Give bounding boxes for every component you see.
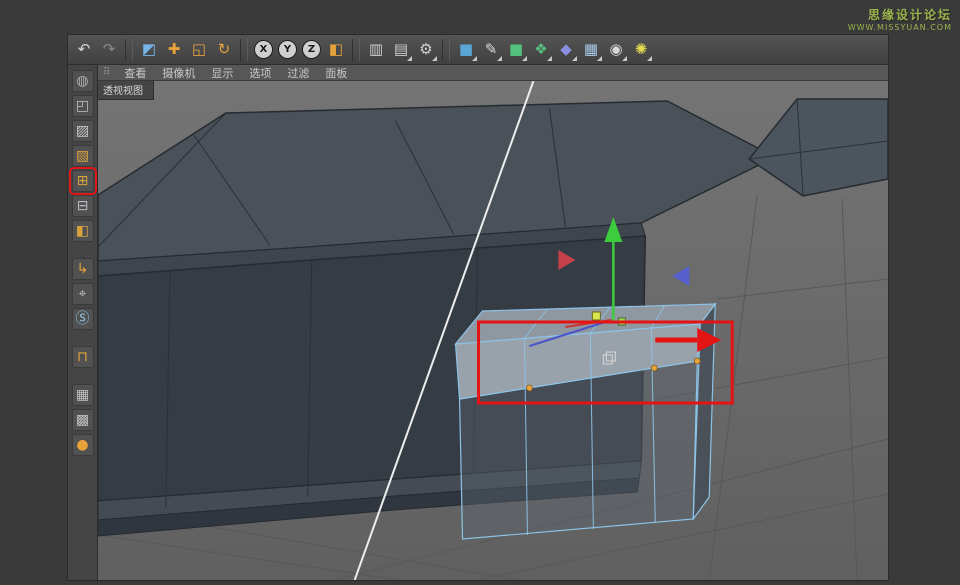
menu-camera[interactable]: 摄像机 xyxy=(154,67,203,80)
snap-point-icon[interactable]: ● xyxy=(72,434,94,456)
uv-mode-icon[interactable]: ▧ xyxy=(72,145,94,167)
redo-icon[interactable]: ↷ xyxy=(97,38,121,62)
menu-options[interactable]: 选项 xyxy=(241,67,279,80)
camera-icon[interactable]: ◉ xyxy=(604,38,628,62)
move-tool-icon[interactable]: ✚ xyxy=(162,38,186,62)
spline-pen-icon[interactable]: ✎ xyxy=(479,38,503,62)
y-axis-lock-button[interactable]: Y xyxy=(278,40,297,59)
texture-mode-icon[interactable]: ▨ xyxy=(72,120,94,142)
environment-floor-icon[interactable]: ▦ xyxy=(579,38,603,62)
toolbar-separator xyxy=(240,39,248,61)
axis-mode-icon[interactable]: ↳ xyxy=(72,258,94,280)
primitive-cube-icon[interactable]: ■ xyxy=(454,38,478,62)
interface-icon[interactable]: ◍ xyxy=(72,70,94,92)
x-axis-lock-button[interactable]: X xyxy=(254,40,273,59)
z-axis-lock-button[interactable]: Z xyxy=(302,40,321,59)
menu-panel[interactable]: 面板 xyxy=(317,67,355,80)
viewport-canvas[interactable] xyxy=(98,81,888,580)
magnet-icon[interactable]: ⊓ xyxy=(72,346,94,368)
render-region-icon[interactable]: ▤ xyxy=(389,38,413,62)
viewport-column: ⠿ 查看摄像机显示选项过滤面板 透视视图 xyxy=(98,65,888,580)
menu-view[interactable]: 查看 xyxy=(116,67,154,80)
render-view-icon[interactable]: ▥ xyxy=(364,38,388,62)
plane-handle-xy[interactable] xyxy=(592,312,600,320)
app-body: ◍ ◰ ▨ ▧ ⊞ ⊟ ◧ ↳ ⌖ Ⓢ ⊓ ▦ ▩ ● ⠿ 查看摄像机显示选项过滤面板 透视视图 xyxy=(68,65,888,580)
menu-grid-icon[interactable]: ⠿ xyxy=(103,67,110,78)
undo-icon[interactable]: ↶ xyxy=(72,38,96,62)
light-icon[interactable]: ✺ xyxy=(629,38,653,62)
live-selection-icon[interactable]: ◩ xyxy=(137,38,161,62)
subdivision-surface-icon[interactable]: ■ xyxy=(504,38,528,62)
screen: 思缘设计论坛 WWW.MISSYUAN.COM ↶↷◩✚◱↻XYZ◧▥▤⚙■✎■… xyxy=(0,0,960,585)
mograph-array-icon[interactable]: ❖ xyxy=(529,38,553,62)
workplane-icon[interactable]: ▦ xyxy=(72,384,94,406)
deformer-icon[interactable]: ◆ xyxy=(554,38,578,62)
mouse-icon[interactable]: ⌖ xyxy=(72,283,94,305)
viewport-menu-items: 查看摄像机显示选项过滤面板 xyxy=(116,65,355,81)
edge-mode-icon[interactable]: ⊟ xyxy=(72,195,94,217)
render-settings-icon[interactable]: ⚙ xyxy=(414,38,438,62)
menu-display[interactable]: 显示 xyxy=(203,67,241,80)
watermark-line2: WWW.MISSYUAN.COM xyxy=(848,23,952,32)
main-toolbar: ↶↷◩✚◱↻XYZ◧▥▤⚙■✎■❖◆▦◉✺ xyxy=(68,35,888,65)
menu-filter[interactable]: 过滤 xyxy=(279,67,317,80)
toolbar-separator xyxy=(442,39,450,61)
viewport-label[interactable]: 透视视图 xyxy=(98,81,154,100)
workplane-lock-icon[interactable]: ▩ xyxy=(72,409,94,431)
mode-toolbar: ◍ ◰ ▨ ▧ ⊞ ⊟ ◧ ↳ ⌖ Ⓢ ⊓ ▦ ▩ ● xyxy=(68,65,98,580)
snap-icon[interactable]: Ⓢ xyxy=(72,308,94,330)
viewport-menubar: ⠿ 查看摄像机显示选项过滤面板 xyxy=(98,65,888,81)
watermark-line1: 思缘设计论坛 xyxy=(848,6,952,23)
rotate-tool-icon[interactable]: ↻ xyxy=(212,38,236,62)
model-mode-icon[interactable]: ◰ xyxy=(72,95,94,117)
toolbar-separator xyxy=(125,39,133,61)
viewport[interactable]: 透视视图 xyxy=(98,81,888,580)
toolbar-separator xyxy=(352,39,360,61)
coordinate-system-icon[interactable]: ◧ xyxy=(324,38,348,62)
watermark: 思缘设计论坛 WWW.MISSYUAN.COM xyxy=(848,6,952,32)
scale-tool-icon[interactable]: ◱ xyxy=(187,38,211,62)
c4d-window: ↶↷◩✚◱↻XYZ◧▥▤⚙■✎■❖◆▦◉✺ ◍◰▨▧⊞⊟◧↳⌖Ⓢ⊓▦▩● ⠿ 查… xyxy=(68,35,888,580)
polygon-mode-icon[interactable]: ◧ xyxy=(72,220,94,242)
point-mode-icon[interactable]: ⊞ xyxy=(72,170,94,192)
